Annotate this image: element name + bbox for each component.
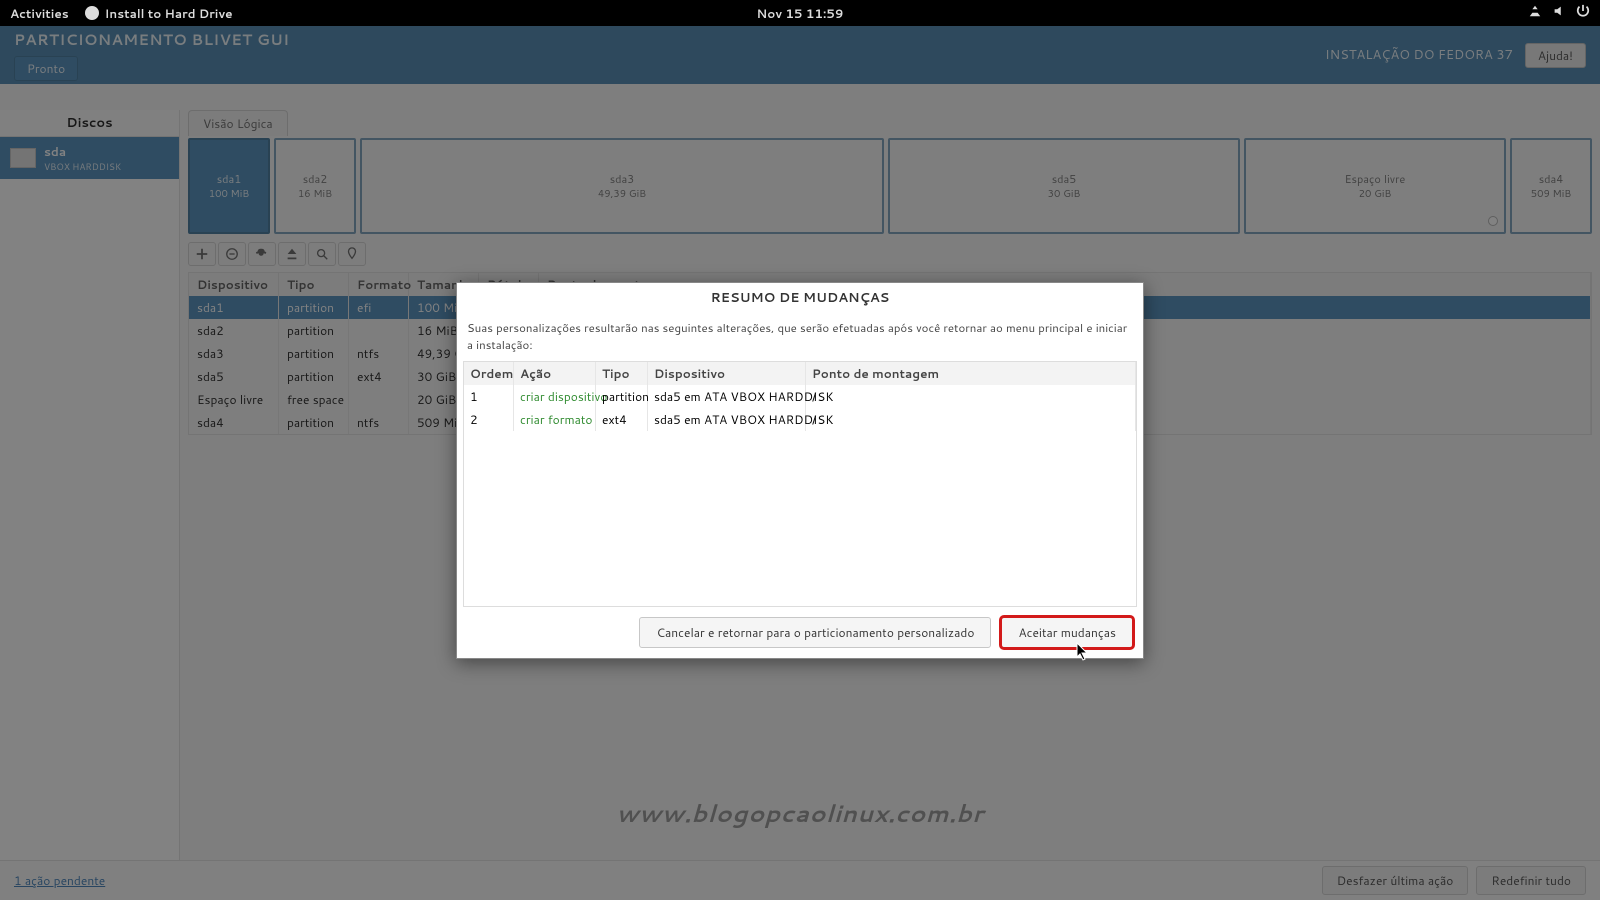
col-order[interactable]: Ordem xyxy=(464,362,514,385)
accept-changes-button[interactable]: Aceitar mudanças xyxy=(1001,617,1133,648)
topbar-app-name[interactable]: Install to Hard Drive xyxy=(105,5,233,22)
mcell-order: 2 xyxy=(464,408,514,431)
col-action[interactable]: Ação xyxy=(514,362,596,385)
mcell-device: sda5 em ATA VBOX HARDDISK xyxy=(648,408,806,431)
changes-row[interactable]: 1criar dispositivopartitionsda5 em ATA V… xyxy=(464,385,1136,408)
mcell-type: partition xyxy=(596,385,648,408)
dialog-description: Suas personalizações resultarão nas segu… xyxy=(457,313,1143,361)
mcell-mount: / xyxy=(806,385,1136,408)
mcell-action: criar dispositivo xyxy=(514,385,596,408)
mcell-device: sda5 em ATA VBOX HARDDISK xyxy=(648,385,806,408)
changes-row[interactable]: 2criar formatoext4sda5 em ATA VBOX HARDD… xyxy=(464,408,1136,431)
mcell-type: ext4 xyxy=(596,408,648,431)
mcell-action: criar formato xyxy=(514,408,596,431)
changes-header-row: Ordem Ação Tipo Dispositivo Ponto de mon… xyxy=(464,362,1136,385)
summary-of-changes-dialog: RESUMO DE MUDANÇAS Suas personalizações … xyxy=(456,282,1144,659)
dialog-title: RESUMO DE MUDANÇAS xyxy=(457,283,1143,313)
changes-table: Ordem Ação Tipo Dispositivo Ponto de mon… xyxy=(463,361,1137,607)
activities-button[interactable]: Activities xyxy=(10,5,69,22)
mcell-mount: / xyxy=(806,408,1136,431)
col-device2[interactable]: Dispositivo xyxy=(648,362,806,385)
app-indicator-icon xyxy=(85,6,99,20)
mcell-order: 1 xyxy=(464,385,514,408)
col-mount2[interactable]: Ponto de montagem xyxy=(806,362,1136,385)
cancel-return-button[interactable]: Cancelar e retornar para o particionamen… xyxy=(639,617,991,648)
network-icon[interactable] xyxy=(1528,4,1542,22)
volume-icon[interactable] xyxy=(1552,4,1566,22)
topbar-clock[interactable]: Nov 15 11:59 xyxy=(757,5,844,22)
col-type2[interactable]: Tipo xyxy=(596,362,648,385)
power-icon[interactable] xyxy=(1576,4,1590,22)
gnome-topbar: Activities Install to Hard Drive Nov 15 … xyxy=(0,0,1600,26)
